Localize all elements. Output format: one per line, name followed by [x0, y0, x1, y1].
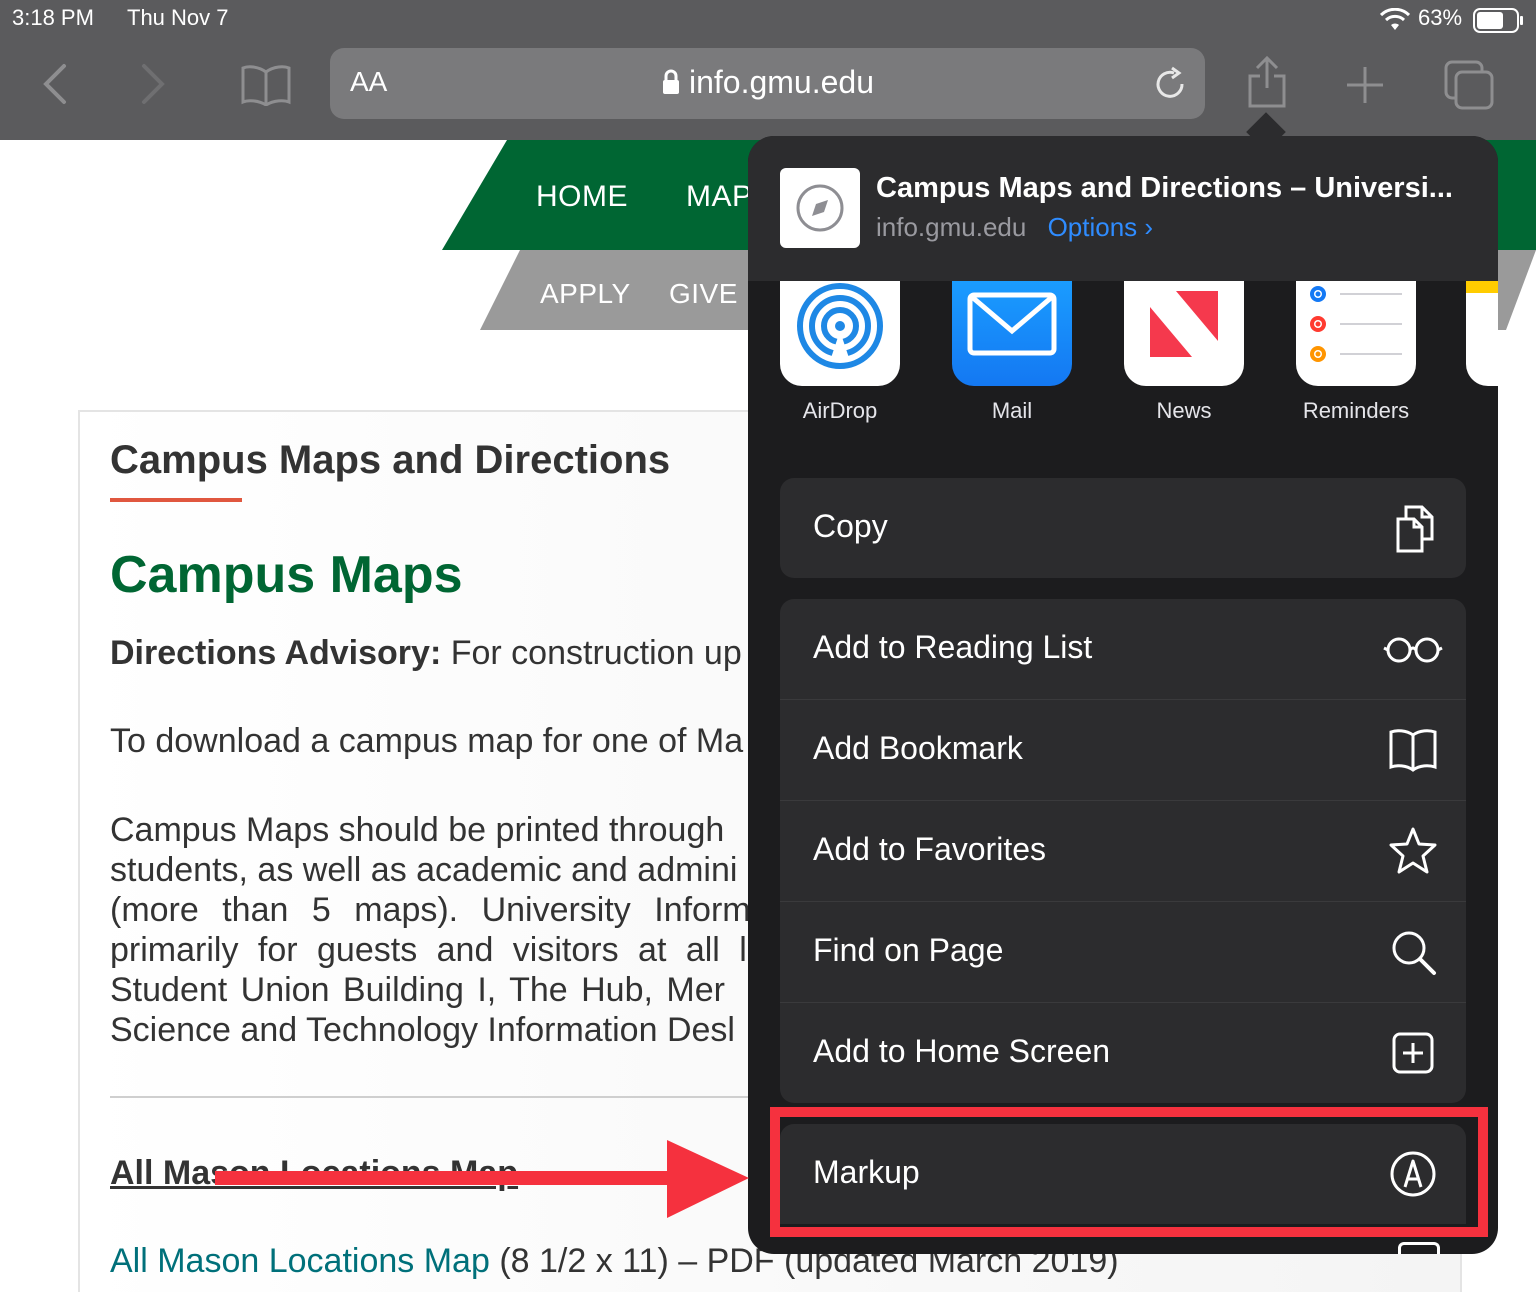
section-title: Campus Maps and Directions	[110, 438, 671, 482]
paragraph-line: Campus Maps should be printed through	[110, 811, 725, 849]
status-bar: 3:18 PM Thu Nov 7 63%	[0, 0, 1536, 42]
bookmarks-icon[interactable]	[240, 64, 292, 106]
reload-icon[interactable]	[1152, 66, 1188, 102]
options-label: Options	[1047, 212, 1138, 242]
share-app-airdrop[interactable]: AirDrop	[780, 281, 900, 424]
url-text: info.gmu.edu	[330, 64, 1205, 101]
share-app-news[interactable]: News	[1124, 281, 1244, 424]
paragraph-line: Science and Technology Information Desl	[110, 1011, 735, 1049]
action-label: Add to Home Screen	[813, 1033, 1111, 1069]
paragraph-line: Student Union Building I, The Hub, Mer	[110, 971, 725, 1009]
nav-home-link[interactable]: HOME	[536, 180, 628, 214]
page-heading: Campus Maps	[110, 546, 463, 604]
address-bar[interactable]: AA info.gmu.edu	[330, 48, 1205, 119]
paragraph-line: primarily for guests and visitors at all…	[110, 931, 747, 969]
star-icon	[1389, 827, 1437, 874]
glasses-icon	[1383, 637, 1443, 663]
share-sheet: Campus Maps and Directions – Universi...…	[748, 136, 1498, 1254]
share-subtitle: info.gmu.edu Options ›	[876, 212, 1153, 243]
wifi-icon	[1380, 8, 1410, 30]
share-domain: info.gmu.edu	[876, 212, 1027, 242]
map-pdf-link[interactable]: All Mason Locations Map	[110, 1242, 490, 1280]
share-app-reminders[interactable]: Reminders	[1296, 281, 1416, 424]
advisory-label: Directions Advisory:	[110, 634, 442, 672]
magnifier-icon	[1392, 931, 1436, 975]
add-to-reading-list-button[interactable]: Add to Reading List	[780, 599, 1466, 700]
options-link[interactable]: Options ›	[1048, 212, 1154, 242]
add-bookmark-button[interactable]: Add Bookmark	[780, 700, 1466, 801]
airdrop-icon	[780, 281, 900, 386]
add-to-home-screen-button[interactable]: Add to Home Screen	[780, 1003, 1466, 1103]
safari-toolbar: AA info.gmu.edu	[0, 42, 1536, 140]
news-icon	[1124, 281, 1244, 386]
markup-highlight-box	[770, 1107, 1488, 1237]
mail-icon	[952, 281, 1072, 386]
nav-give-link[interactable]: GIVE	[669, 278, 738, 310]
paragraph-line: (more than 5 maps). University Inform	[110, 891, 751, 929]
divider	[110, 1096, 770, 1098]
chevron-right-icon: ›	[1137, 212, 1154, 242]
new-tab-icon[interactable]	[1344, 64, 1386, 106]
share-title: Campus Maps and Directions – Universi...	[876, 172, 1453, 204]
lock-icon	[662, 69, 679, 94]
red-arrow-annotation	[215, 1140, 749, 1218]
plus-square-icon	[1392, 1032, 1434, 1074]
status-time: 3:18 PM	[12, 5, 94, 30]
next-action-icon	[1398, 1242, 1440, 1254]
copy-icon	[1396, 505, 1434, 553]
actions-group: Add to Reading List Add Bookmark Add to …	[780, 599, 1466, 1103]
advisory-text: Directions Advisory: For construction up	[110, 634, 742, 673]
title-underline	[110, 498, 242, 502]
url-label: info.gmu.edu	[688, 64, 874, 100]
battery-percent: 63%	[1418, 5, 1463, 30]
download-text: To download a campus map for one of Ma	[110, 722, 744, 760]
app-row: AirDrop Mail News Reminders	[748, 281, 1498, 461]
paragraph-line: students, as well as academic and admini	[110, 851, 738, 889]
share-app-mail[interactable]: Mail	[952, 281, 1072, 424]
copy-button[interactable]: Copy	[780, 478, 1466, 578]
share-icon[interactable]	[1246, 54, 1288, 110]
status-date: Thu Nov 7	[127, 5, 229, 30]
nav-apply-link[interactable]: APPLY	[540, 278, 631, 310]
action-label: Add to Reading List	[813, 629, 1093, 665]
find-on-page-button[interactable]: Find on Page	[780, 902, 1466, 1003]
copy-group: Copy	[780, 478, 1466, 578]
add-to-favorites-button[interactable]: Add to Favorites	[780, 801, 1466, 902]
app-label: Mail	[991, 398, 1033, 423]
action-label: Copy	[813, 508, 888, 544]
back-icon[interactable]	[38, 62, 74, 106]
app-label: News	[1156, 398, 1212, 423]
advisory-body: For construction up	[441, 634, 742, 672]
action-label: Add to Favorites	[813, 831, 1046, 867]
notes-icon	[1466, 281, 1498, 386]
battery-icon	[1473, 8, 1523, 33]
action-label: Add Bookmark	[813, 730, 1023, 766]
reminders-icon	[1296, 281, 1416, 386]
tabs-overview-icon[interactable]	[1444, 60, 1494, 110]
compass-icon	[796, 184, 844, 232]
page-thumbnail	[780, 168, 860, 248]
action-label: Find on Page	[813, 932, 1004, 968]
forward-icon[interactable]	[134, 62, 170, 106]
book-icon	[1389, 729, 1437, 772]
app-label: AirDrop	[802, 398, 878, 423]
share-app-notes[interactable]	[1466, 281, 1498, 386]
share-header: Campus Maps and Directions – Universi...…	[748, 136, 1498, 281]
print-paragraph: Campus Maps should be printed through st…	[110, 810, 751, 1050]
app-label: Reminders	[1302, 398, 1410, 423]
